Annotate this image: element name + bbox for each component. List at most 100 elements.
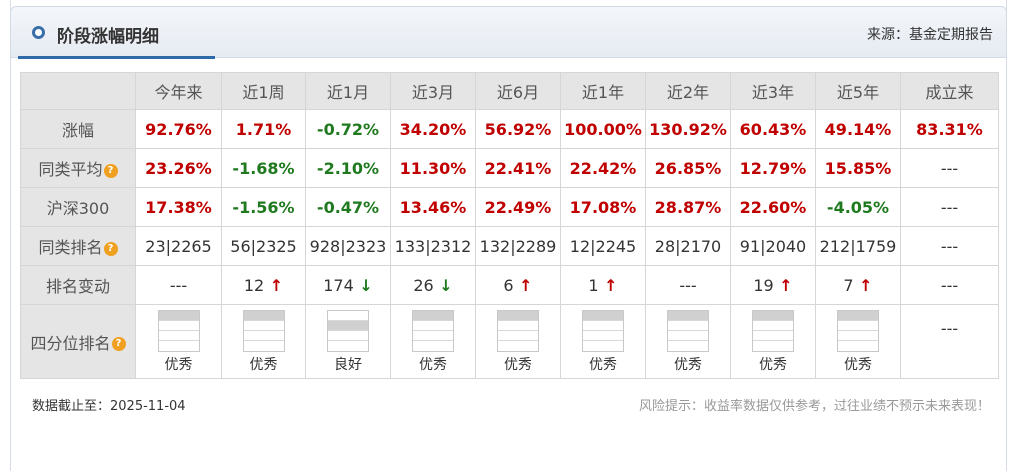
rank-cell: 91|2040	[730, 226, 816, 266]
quartile-segment	[328, 331, 368, 342]
value-cell: 83.31%	[900, 109, 999, 149]
arrow-up-icon: ↑	[598, 275, 618, 295]
quartile-label: 优秀	[249, 356, 278, 373]
quartile-segment	[838, 310, 878, 321]
quartile-segment	[243, 341, 284, 351]
rank-cell: 23|2265	[135, 226, 222, 266]
quartile-segment	[498, 331, 538, 342]
rank-cell: 132|2289	[475, 226, 561, 266]
quartile-label: 优秀	[589, 356, 617, 373]
rank-cell: 928|2323	[305, 226, 391, 266]
quartile-cell: ---	[900, 304, 999, 379]
rank-cell: 212|1759	[815, 226, 901, 266]
quartile-segment	[158, 310, 199, 321]
quartile-segment	[158, 320, 199, 331]
panel-header	[10, 6, 1007, 58]
title-underline	[18, 56, 215, 59]
value-cell: 22.41%	[475, 148, 561, 188]
rank-cell: 12|2245	[560, 226, 646, 266]
row-label: 同类平均?	[20, 148, 136, 188]
rank-cell: 56|2325	[221, 226, 306, 266]
arrow-up-icon: ↑	[853, 275, 873, 295]
value-cell: 49.14%	[815, 109, 901, 149]
quartile-segment	[583, 320, 623, 331]
quartile-cell: 优秀	[390, 304, 476, 379]
quartile-segment	[413, 310, 453, 321]
value-cell: 11.30%	[390, 148, 476, 188]
quartile-segment	[583, 331, 623, 342]
table-row-peer-avg: 同类平均? 23.26% -1.68% -2.10% 11.30% 22.41% 22.42…	[20, 148, 999, 188]
help-icon[interactable]: ?	[103, 241, 118, 256]
quartile-label: 优秀	[164, 356, 193, 373]
quartile-label: 优秀	[504, 356, 532, 373]
row-label: 沪深300	[20, 187, 136, 227]
value-cell: ---	[900, 187, 999, 227]
quartile-segment	[838, 331, 878, 342]
data-cutoff-date: 数据截止至：2025-11-04	[32, 399, 186, 414]
performance-table: 今年来 近1周 近1月 近3月 近6月 近1年 近2年 近3年 近5年 成立来 涨幅 92.76% 1…	[20, 72, 999, 379]
rank-change-cell: 1 ↑	[560, 265, 646, 305]
arrow-down-icon: ↓	[433, 275, 453, 295]
column-header: 近6月	[475, 72, 561, 110]
quartile-cell: 优秀	[135, 304, 222, 379]
rank-change-cell: ---	[900, 265, 999, 305]
help-icon[interactable]: ?	[111, 337, 126, 351]
value-cell: 100.00%	[560, 109, 646, 149]
quartile-segment	[328, 320, 368, 331]
quartile-indicator	[327, 309, 369, 352]
quartile-segment	[583, 341, 623, 351]
rank-change-cell: 6 ↑	[475, 265, 561, 305]
quartile-segment	[243, 331, 284, 342]
column-header: 近1月	[305, 72, 391, 110]
quartile-segment	[243, 320, 284, 331]
row-label: 排名变动	[20, 265, 136, 305]
value-cell: 28.87%	[645, 187, 731, 227]
column-header: 今年来	[135, 72, 222, 110]
quartile-segment	[328, 341, 368, 351]
rank-cell: 28|2170	[645, 226, 731, 266]
quartile-label: 优秀	[674, 356, 702, 373]
quartile-cell: 优秀	[815, 304, 901, 379]
quartile-segment	[243, 310, 284, 321]
quartile-cell: 优秀	[221, 304, 306, 379]
column-header: 成立来	[900, 72, 999, 110]
quartile-segment	[158, 341, 199, 351]
corner-cell	[20, 72, 136, 110]
quartile-indicator	[157, 309, 200, 352]
quartile-segment	[753, 310, 793, 321]
quartile-segment	[753, 331, 793, 342]
quartile-segment	[838, 320, 878, 331]
row-label: 涨幅	[20, 109, 136, 149]
arrow-up-icon: ↑	[264, 275, 284, 295]
quartile-indicator	[667, 309, 709, 352]
arrow-up-icon: ↑	[513, 275, 533, 295]
quartile-cell: 优秀	[730, 304, 816, 379]
quartile-segment	[158, 331, 199, 342]
rank-cell: ---	[900, 226, 999, 266]
column-header: 近3年	[730, 72, 816, 110]
quartile-segment	[413, 320, 453, 331]
quartile-segment	[753, 341, 793, 351]
quartile-segment	[498, 341, 538, 351]
risk-disclaimer: 风险提示：收益率数据仅供参考，过往业绩不预示未来表现！	[638, 399, 990, 414]
value-cell: 15.85%	[815, 148, 901, 188]
quartile-segment	[498, 320, 538, 331]
rank-cell: 133|2312	[390, 226, 476, 266]
column-header: 近1周	[221, 72, 306, 110]
value-cell: 26.85%	[645, 148, 731, 188]
value-cell: -1.68%	[221, 148, 306, 188]
value-cell: 12.79%	[730, 148, 816, 188]
quartile-indicator	[412, 309, 454, 352]
quartile-cell: 良好	[305, 304, 391, 379]
value-cell: -0.72%	[305, 109, 391, 149]
quartile-segment	[668, 341, 708, 351]
value-cell: 17.38%	[135, 187, 222, 227]
quartile-segment	[668, 320, 708, 331]
rank-change-cell: ---	[135, 265, 222, 305]
column-header: 近2年	[645, 72, 731, 110]
value-cell: ---	[900, 148, 999, 188]
arrow-up-icon: ↑	[773, 275, 793, 295]
quartile-label: 优秀	[759, 356, 787, 373]
quartile-label: 优秀	[419, 356, 447, 373]
help-icon[interactable]: ?	[103, 163, 118, 178]
